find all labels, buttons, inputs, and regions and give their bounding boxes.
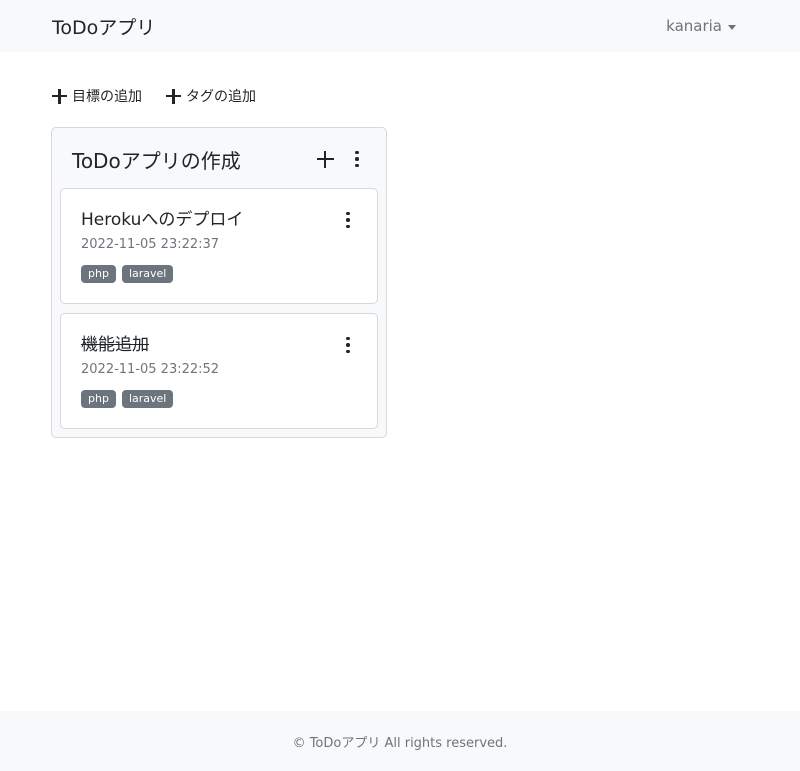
add-goal-label: 目標の追加 [72,89,142,105]
todo-menu-button[interactable] [339,334,357,356]
goal-title: ToDoアプリの作成 [72,148,241,173]
todo-title: 機能追加 [81,335,149,355]
todo-date: 2022-11-05 23:22:52 [81,362,220,377]
goal-menu-button[interactable] [348,148,366,170]
navbar: ToDoアプリ kanaria [0,0,800,52]
kebab-menu-icon [346,211,350,229]
kebab-menu-icon [355,150,359,168]
plus-icon [316,150,334,168]
todo-card[interactable]: Herokuへのデプロイ 2022-11-05 23:22:37 php lar… [60,188,378,304]
todo-tags: php laravel [81,265,174,283]
add-tag-label: タグの追加 [186,89,256,105]
todo-card[interactable]: 機能追加 2022-11-05 23:22:52 php laravel [60,313,378,429]
copyright-text: © ToDoアプリ All rights reserved. [292,735,508,751]
goal-tools [316,148,366,170]
footer: © ToDoアプリ All rights reserved. [0,711,800,771]
tag-badge: laravel [121,390,174,408]
goal-card: ToDoアプリの作成 Herokuへのデプロイ 2022-11-05 23:22… [51,127,387,438]
plus-icon [166,88,181,104]
user-dropdown[interactable]: kanaria [666,17,736,35]
goal-header: ToDoアプリの作成 [52,128,386,190]
todo-menu-button[interactable] [339,209,357,231]
todo-date: 2022-11-05 23:22:37 [81,237,220,252]
caret-down-icon [728,24,736,30]
action-bar: 目標の追加 タグの追加 [52,86,256,106]
tag-badge: php [81,390,116,408]
add-todo-button[interactable] [316,148,334,170]
user-name: kanaria [666,17,722,35]
tag-badge: php [81,265,116,283]
add-tag-button[interactable]: タグの追加 [166,86,256,106]
add-goal-button[interactable]: 目標の追加 [52,86,142,106]
kebab-menu-icon [346,336,350,354]
todo-tags: php laravel [81,390,174,408]
tag-badge: laravel [121,265,174,283]
todo-title: Herokuへのデプロイ [81,210,244,230]
plus-icon [52,88,67,104]
brand-link[interactable]: ToDoアプリ [52,13,155,40]
